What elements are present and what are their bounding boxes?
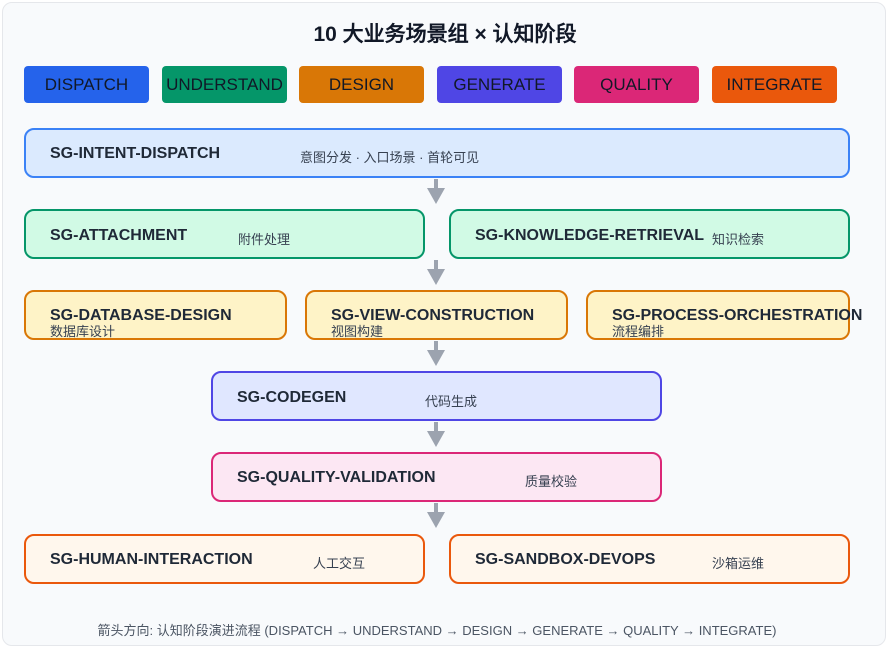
group-desc-database-design: 数据库设计 — [50, 324, 116, 339]
group-desc-sandbox-devops: 沙箱运维 — [712, 556, 765, 571]
group-code-human-interaction: SG-HUMAN-INTERACTION — [50, 551, 253, 568]
stage-chip-dispatch: DISPATCH — [24, 66, 149, 103]
group-desc-view-construction: 视图构建 — [331, 324, 384, 339]
group-desc-intent-dispatch: 意图分发 · 入口场景 · 首轮可见 — [300, 150, 480, 165]
flow-arrow-1 — [427, 179, 445, 204]
stage-chip-design: DESIGN — [299, 66, 424, 103]
flow-arrow-3 — [427, 341, 445, 366]
flow-arrow-4 — [427, 422, 445, 447]
stage-chip-integrate: INTEGRATE — [712, 66, 837, 103]
group-code-sandbox-devops: SG-SANDBOX-DEVOPS — [475, 551, 656, 568]
group-desc-process-orchestration: 流程编排 — [612, 324, 665, 339]
diagram-title: 10 大业务场景组 × 认知阶段 — [313, 23, 577, 46]
group-code-knowledge-retrieval: SG-KNOWLEDGE-RETRIEVAL — [475, 227, 705, 244]
group-desc-human-interaction: 人工交互 — [313, 556, 366, 571]
group-desc-codegen: 代码生成 — [425, 394, 478, 409]
group-desc-knowledge-retrieval: 知识检索 — [712, 232, 765, 247]
diagram-footer-note: 箭头方向: 认知阶段演进流程 (DISPATCH → UNDERSTAND → … — [97, 623, 777, 638]
group-desc-quality-validation: 质量校验 — [525, 474, 578, 489]
stage-chip-quality: QUALITY — [574, 66, 699, 103]
group-code-intent-dispatch: SG-INTENT-DISPATCH — [50, 145, 221, 162]
stage-chip-generate: GENERATE — [437, 66, 562, 103]
flow-arrow-5 — [427, 503, 445, 528]
group-code-attachment: SG-ATTACHMENT — [50, 227, 188, 244]
group-desc-attachment: 附件处理 — [238, 232, 291, 247]
group-code-codegen: SG-CODEGEN — [237, 389, 347, 406]
stage-chip-understand: UNDERSTAND — [162, 66, 287, 103]
group-code-quality-validation: SG-QUALITY-VALIDATION — [237, 469, 436, 486]
flow-arrow-2 — [427, 260, 445, 285]
